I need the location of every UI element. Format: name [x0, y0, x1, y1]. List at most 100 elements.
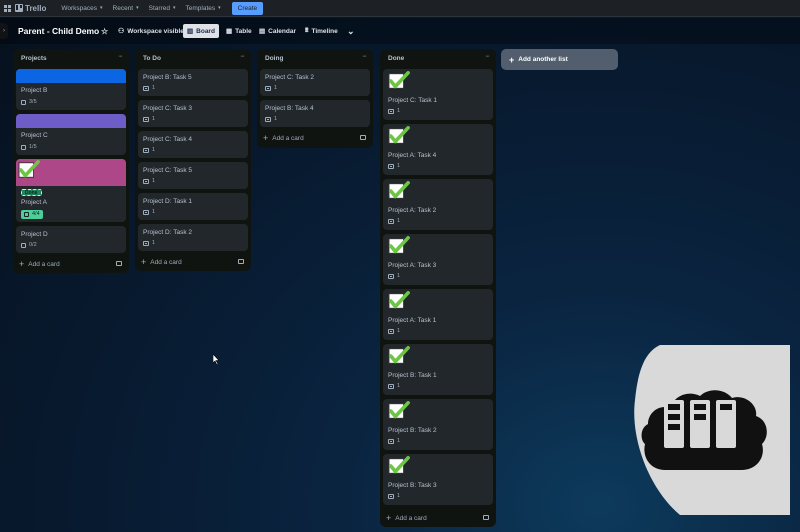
sidebar-expand-icon[interactable]: › — [0, 23, 8, 39]
card-doing-2[interactable]: Project B: Task 4 1 — [260, 100, 370, 127]
nav-starred-label: Starred — [148, 4, 170, 12]
card-template-icon[interactable] — [116, 261, 122, 266]
card-todo-6[interactable]: Project D: Task 2 1 — [138, 224, 248, 251]
card-todo-5[interactable]: Project D: Task 1 1 — [138, 193, 248, 220]
attachment-count: 1 — [397, 438, 401, 444]
card-project-c[interactable]: Project C 1/5 — [16, 114, 126, 155]
add-card-button[interactable]: + Add a card — [386, 513, 427, 523]
attachment-count: 1 — [397, 328, 401, 334]
card-todo-1[interactable]: Project B: Task 5 1 — [138, 69, 248, 96]
image-icon — [388, 273, 394, 279]
attachment-count: 1 — [397, 108, 401, 114]
chevron-down-icon: ▾ — [218, 5, 221, 11]
plus-icon: + — [141, 257, 147, 267]
card-title: Project C: Task 4 — [143, 136, 193, 143]
view-timeline-tab[interactable]: ⩩ Timeline — [305, 24, 338, 38]
card-title: Project D: Task 2 — [143, 229, 193, 236]
checklist-icon — [21, 242, 26, 248]
attachment-badge: 1 — [388, 163, 400, 169]
checkmark-icon — [388, 456, 410, 474]
card-project-a[interactable]: Done Project A 4/4 — [16, 159, 126, 222]
add-card-button[interactable]: + Add a card — [19, 259, 60, 269]
label-done[interactable]: Done — [21, 189, 42, 196]
list-projects: Projects ··· Project B 3/5 Project C 1/5… — [13, 49, 129, 273]
image-icon — [388, 218, 394, 224]
image-icon — [388, 493, 394, 499]
checklist-badge: 3/5 — [21, 99, 37, 105]
nav-starred[interactable]: Starred ▾ — [144, 2, 181, 15]
list-menu-icon[interactable]: ··· — [485, 53, 490, 60]
attachment-count: 1 — [397, 273, 401, 279]
attachment-badge: 1 — [143, 209, 155, 215]
card-done-5[interactable]: Project A: Task 1 1 — [383, 289, 493, 340]
add-card-button[interactable]: + Add a card — [263, 133, 304, 143]
image-icon — [143, 147, 149, 153]
checkmark-icon — [388, 71, 410, 89]
card-done-3[interactable]: Project A: Task 2 1 — [383, 179, 493, 230]
card-done-1[interactable]: Project C: Task 1 1 — [383, 69, 493, 120]
image-icon — [143, 209, 149, 215]
mouse-cursor-icon — [213, 354, 220, 365]
image-icon — [388, 163, 394, 169]
attachment-count: 1 — [152, 85, 156, 91]
card-project-d[interactable]: Project D 0/2 — [16, 226, 126, 253]
trello-logo[interactable]: Trello — [15, 4, 46, 13]
view-table-label: Table — [235, 27, 252, 35]
checklist-icon — [24, 212, 29, 217]
card-title: Project D — [21, 231, 48, 238]
card-todo-3[interactable]: Project C: Task 4 1 — [138, 131, 248, 158]
chevron-down-icon: ▾ — [100, 5, 103, 11]
card-done-8[interactable]: Project B: Task 3 1 — [383, 454, 493, 505]
add-card-button[interactable]: + Add a card — [141, 257, 182, 267]
card-doing-1[interactable]: Project C: Task 2 1 — [260, 69, 370, 96]
attachment-count: 1 — [152, 209, 156, 215]
card-template-icon[interactable] — [360, 135, 366, 140]
visibility-button[interactable]: ⚇ Workspace visible — [118, 24, 184, 38]
card-done-7[interactable]: Project B: Task 2 1 — [383, 399, 493, 450]
view-calendar-tab[interactable]: ▤ Calendar — [259, 24, 296, 38]
card-done-2[interactable]: Project A: Task 4 1 — [383, 124, 493, 175]
create-button[interactable]: Create — [231, 1, 264, 15]
nav-workspaces-label: Workspaces — [61, 4, 97, 12]
image-icon — [143, 116, 149, 122]
list-menu-icon[interactable]: ··· — [240, 53, 245, 60]
card-template-icon[interactable] — [483, 515, 489, 520]
nav-templates[interactable]: Templates ▾ — [180, 2, 225, 15]
list-menu-icon[interactable]: ··· — [118, 53, 123, 60]
add-another-list-button[interactable]: + Add another list — [501, 49, 618, 70]
card-done-6[interactable]: Project B: Task 1 1 — [383, 344, 493, 395]
view-board-label: Board — [196, 27, 215, 35]
card-title: Project B: Task 4 — [265, 105, 314, 112]
checkmark-icon — [388, 291, 410, 309]
board-title[interactable]: Parent - Child Demo — [18, 26, 99, 36]
view-board-tab[interactable]: ▥ Board — [183, 24, 219, 38]
attachment-count: 1 — [152, 178, 156, 184]
list-title[interactable]: Projects — [21, 55, 47, 62]
card-todo-4[interactable]: Project C: Task 5 1 — [138, 162, 248, 189]
card-done-4[interactable]: Project A: Task 3 1 — [383, 234, 493, 285]
star-icon[interactable]: ☆ — [101, 24, 108, 38]
card-template-icon[interactable] — [238, 259, 244, 264]
nav-workspaces[interactable]: Workspaces ▾ — [56, 2, 107, 15]
view-table-tab[interactable]: ▦ Table — [226, 24, 252, 38]
list-menu-icon[interactable]: ··· — [362, 53, 367, 60]
trello-logo-icon — [15, 4, 23, 12]
more-views-chevron-icon[interactable]: ⌄ — [347, 24, 355, 38]
list-done: Done ··· Project C: Task 1 1 Project A: Ta… — [380, 49, 496, 527]
app-switcher-icon[interactable] — [4, 4, 11, 12]
attachment-badge: 1 — [143, 178, 155, 184]
card-todo-2[interactable]: Project C: Task 3 1 — [138, 100, 248, 127]
checklist-icon — [21, 144, 26, 150]
card-project-b[interactable]: Project B 3/5 — [16, 69, 126, 110]
nav-recent[interactable]: Recent ▾ — [108, 2, 144, 15]
timeline-icon: ⩩ — [305, 27, 309, 34]
attachment-badge: 1 — [265, 116, 277, 122]
list-doing: Doing ··· Project C: Task 2 1 Project B:… — [257, 49, 373, 148]
board-header: › Parent - Child Demo ☆ ⚇ Workspace visi… — [0, 18, 800, 44]
list-title[interactable]: To Do — [143, 55, 161, 62]
attachment-badge: 1 — [388, 108, 400, 114]
list-title[interactable]: Doing — [265, 55, 283, 62]
list-title[interactable]: Done — [388, 55, 404, 62]
attachment-badge: 1 — [388, 273, 400, 279]
card-cover — [16, 114, 126, 128]
